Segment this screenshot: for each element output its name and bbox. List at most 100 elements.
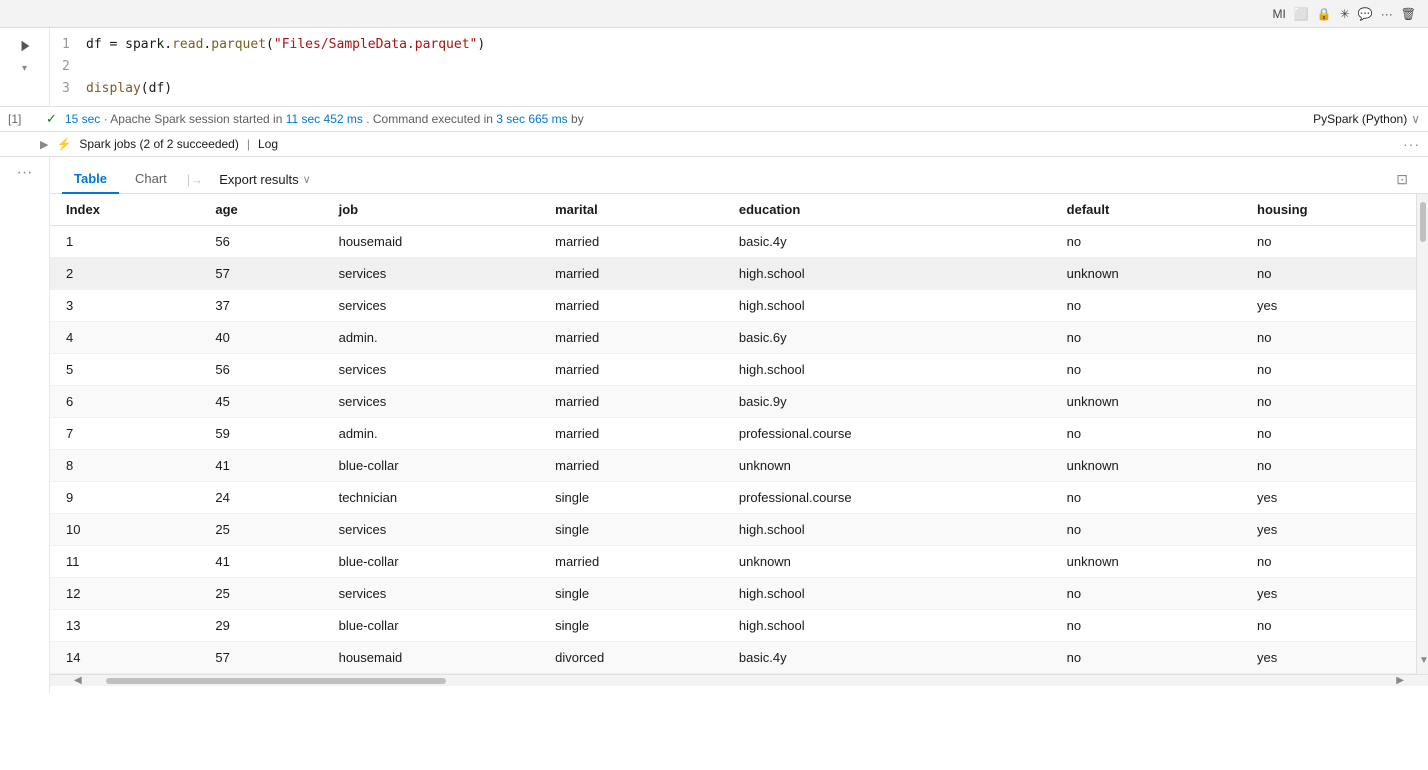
- cell-housing: yes: [1241, 482, 1428, 514]
- cell-education: high.school: [723, 610, 1051, 642]
- cell-age: 56: [199, 354, 322, 386]
- cell-housing: no: [1241, 610, 1428, 642]
- cell-housing: no: [1241, 450, 1428, 482]
- cell-default: unknown: [1051, 546, 1241, 578]
- spark-jobs-label: Spark jobs (2 of 2 succeeded): [79, 137, 238, 151]
- cell-job: blue-collar: [323, 610, 540, 642]
- line-code-2: [86, 56, 94, 78]
- cell-job: admin.: [323, 322, 540, 354]
- run-button[interactable]: [15, 36, 35, 56]
- horizontal-scrollbar[interactable]: ◀ ▶: [50, 674, 1428, 686]
- toolbar-comment[interactable]: 💬: [1358, 7, 1373, 21]
- col-header-age: age: [199, 194, 322, 226]
- cell-job: blue-collar: [323, 450, 540, 482]
- collapse-button[interactable]: ▾: [17, 60, 33, 76]
- toolbar-monitor[interactable]: ⬜: [1294, 7, 1309, 21]
- spark-expand-icon[interactable]: ▶: [40, 138, 48, 151]
- line-number-2: 2: [62, 56, 86, 78]
- notebook-container: ▾ 1 df = spark.read.parquet("Files/Sampl…: [0, 28, 1428, 770]
- cell-job: blue-collar: [323, 546, 540, 578]
- cell-housing: yes: [1241, 642, 1428, 674]
- vertical-scrollbar[interactable]: ▼: [1416, 194, 1428, 674]
- scrollbar-thumb[interactable]: [1420, 202, 1426, 242]
- code-content[interactable]: 1 df = spark.read.parquet("Files/SampleD…: [50, 28, 1428, 106]
- cell-marital: married: [539, 258, 723, 290]
- code-line-3: 3 display(df): [62, 78, 1416, 100]
- scroll-down-arrow[interactable]: ▼: [1419, 655, 1428, 666]
- code-line-1: 1 df = spark.read.parquet("Files/SampleD…: [62, 34, 1416, 56]
- cell-age: 41: [199, 546, 322, 578]
- cell-job: services: [323, 578, 540, 610]
- table-row: 156housemaidmarriedbasic.4ynono: [50, 226, 1428, 258]
- table-row: 1141blue-collarmarriedunknownunknownno: [50, 546, 1428, 578]
- cell-default: no: [1051, 482, 1241, 514]
- cell-index: 13: [50, 610, 199, 642]
- cell-age: 56: [199, 226, 322, 258]
- spark-more-button[interactable]: ···: [1403, 136, 1420, 152]
- cell-age: 57: [199, 258, 322, 290]
- language-indicator[interactable]: PySpark (Python) ∨: [1313, 112, 1420, 126]
- cell-index: 14: [50, 642, 199, 674]
- cell-education: unknown: [723, 546, 1051, 578]
- h-scrollbar-thumb[interactable]: [106, 678, 446, 684]
- scroll-right-arrow[interactable]: ▶: [1392, 675, 1408, 686]
- cell-education: basic.4y: [723, 226, 1051, 258]
- col-header-index: Index: [50, 194, 199, 226]
- cell-marital: single: [539, 578, 723, 610]
- cell-job: admin.: [323, 418, 540, 450]
- cell-housing: no: [1241, 322, 1428, 354]
- cell-default: no: [1051, 610, 1241, 642]
- toolbar-more[interactable]: ···: [1381, 7, 1393, 21]
- toolbar-lock[interactable]: 🔒: [1317, 7, 1332, 21]
- cell-marital: single: [539, 514, 723, 546]
- cell-marital: single: [539, 610, 723, 642]
- table-row: 841blue-collarmarriedunknownunknownno: [50, 450, 1428, 482]
- cell-index: 11: [50, 546, 199, 578]
- cell-job: services: [323, 258, 540, 290]
- toolbar-delete[interactable]: 🗑: [1401, 7, 1416, 21]
- cell-job: housemaid: [323, 226, 540, 258]
- col-header-marital: marital: [539, 194, 723, 226]
- cell-default: no: [1051, 578, 1241, 610]
- cell-index: 5: [50, 354, 199, 386]
- data-table-wrapper[interactable]: Index age job marital education default …: [50, 194, 1428, 674]
- cell-job: services: [323, 386, 540, 418]
- cell-index: 10: [50, 514, 199, 546]
- cell-education: basic.4y: [723, 642, 1051, 674]
- cell-age: 29: [199, 610, 322, 642]
- cell-education: unknown: [723, 450, 1051, 482]
- cell-age: 37: [199, 290, 322, 322]
- toolbar-mi[interactable]: MI: [1273, 7, 1286, 21]
- cell-education: professional.course: [723, 482, 1051, 514]
- cell-housing: no: [1241, 546, 1428, 578]
- cell-education: high.school: [723, 514, 1051, 546]
- scroll-left-arrow[interactable]: ◀: [70, 675, 86, 686]
- cell-housing: yes: [1241, 578, 1428, 610]
- export-button[interactable]: Export results ∨: [211, 168, 319, 191]
- expand-icon[interactable]: ⊡: [1388, 167, 1416, 192]
- tab-table[interactable]: Table: [62, 165, 119, 194]
- cell-education: professional.course: [723, 418, 1051, 450]
- cell-marital: divorced: [539, 642, 723, 674]
- tab-chart[interactable]: Chart: [123, 165, 179, 194]
- cell-index: [1]: [8, 112, 38, 126]
- result-tabs: Table Chart |→ Export results ∨ ⊡: [50, 165, 1428, 194]
- spark-jobs-icon: ⚡: [56, 137, 71, 151]
- cell-marital: married: [539, 354, 723, 386]
- export-label: Export results: [219, 172, 298, 187]
- log-button[interactable]: Log: [258, 137, 278, 151]
- cell-gutter: ▾: [0, 28, 50, 106]
- table-row: 759admin.marriedprofessional.coursenono: [50, 418, 1428, 450]
- toolbar-asterisk[interactable]: ✳: [1340, 7, 1350, 21]
- output-content: Table Chart |→ Export results ∨ ⊡ Index …: [50, 157, 1428, 694]
- cell-job: housemaid: [323, 642, 540, 674]
- table-row: 924techniciansingleprofessional.courseno…: [50, 482, 1428, 514]
- cell-age: 41: [199, 450, 322, 482]
- output-options[interactable]: ···: [17, 165, 33, 181]
- table-header-row: Index age job marital education default …: [50, 194, 1428, 226]
- cell-housing: no: [1241, 354, 1428, 386]
- tab-separator: |→: [187, 172, 203, 187]
- cell-education: basic.6y: [723, 322, 1051, 354]
- top-toolbar: MI ⬜ 🔒 ✳ 💬 ··· 🗑: [0, 0, 1428, 28]
- cell-age: 45: [199, 386, 322, 418]
